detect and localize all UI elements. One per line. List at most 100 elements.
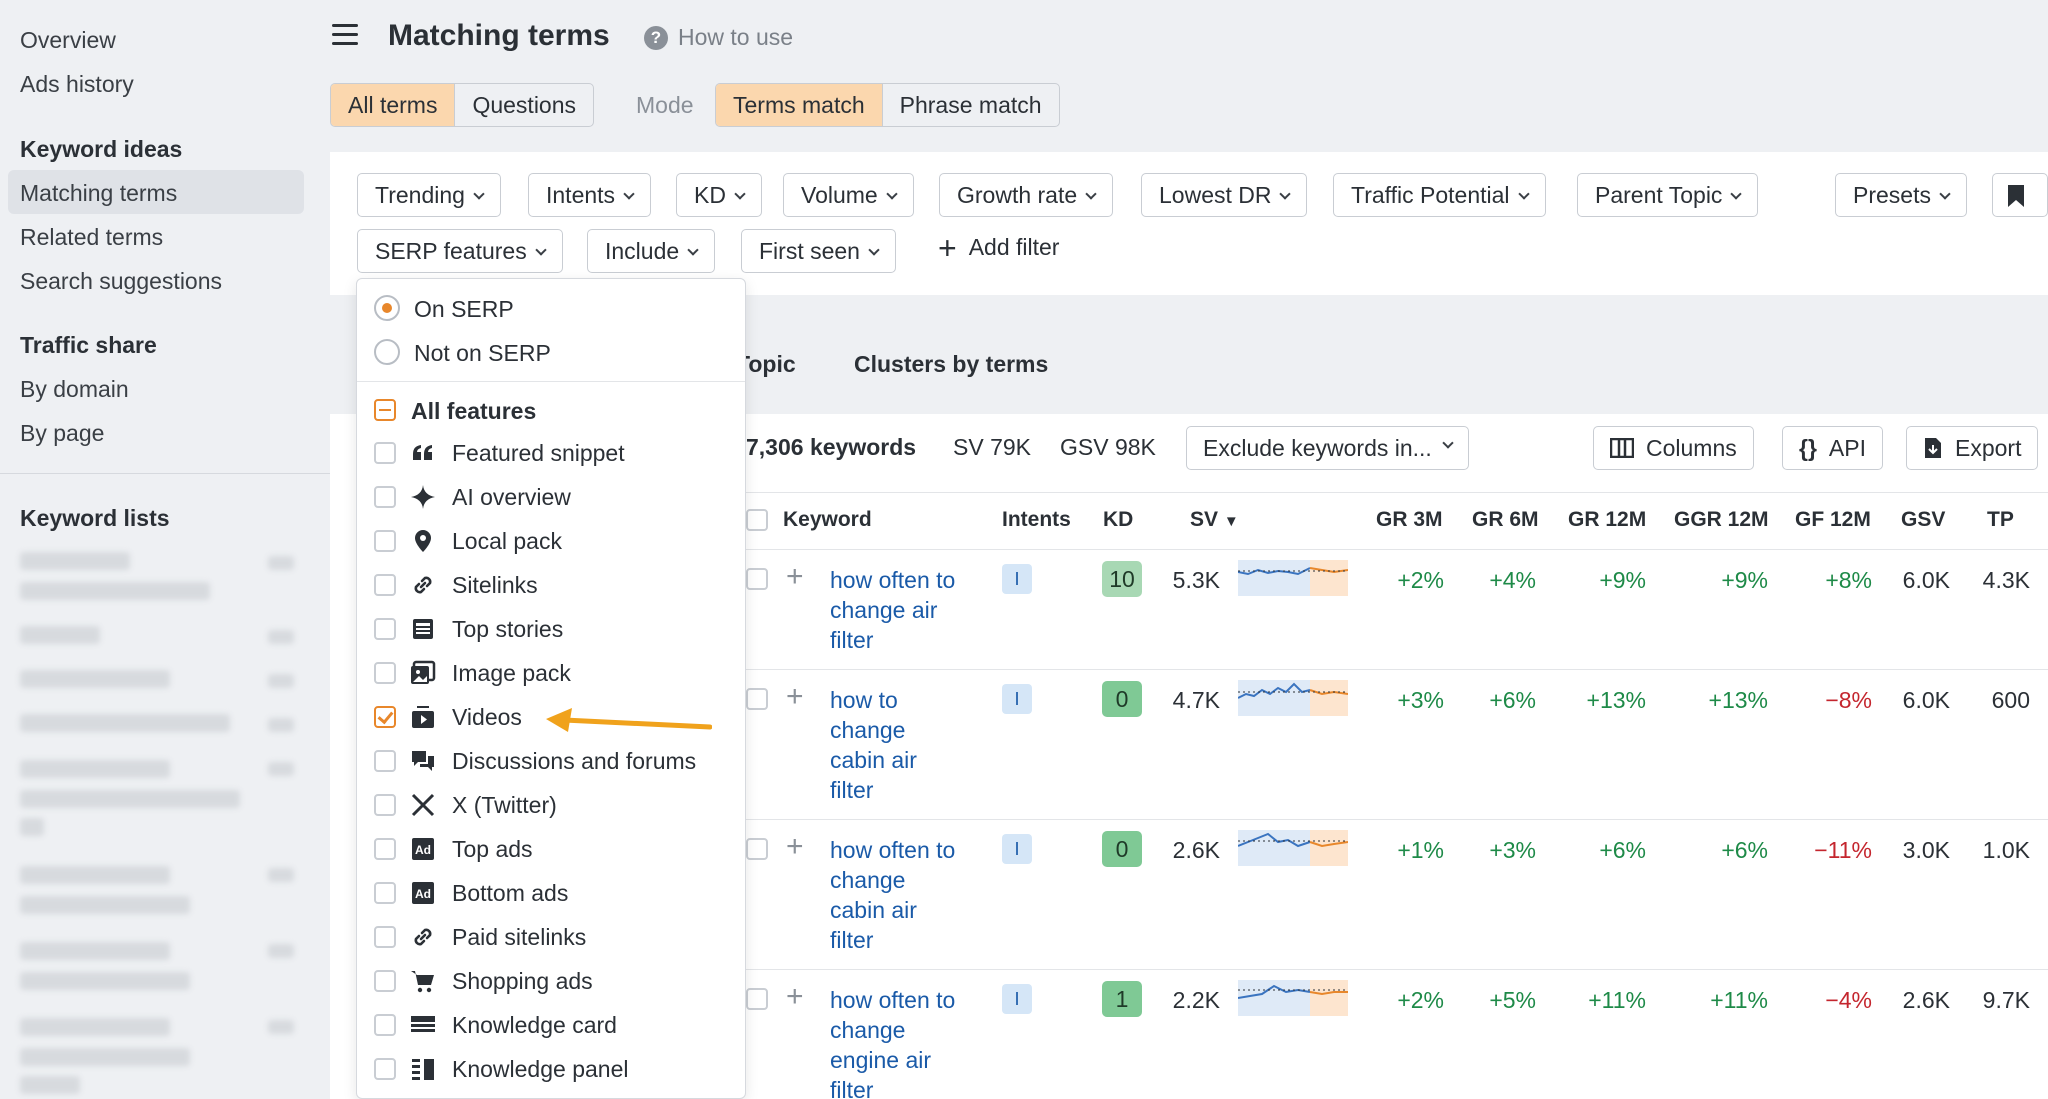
feature-label[interactable]: Shopping ads [452, 968, 593, 995]
sidebar-divider [0, 473, 330, 474]
select-all-checkbox[interactable] [746, 509, 768, 531]
sidebar-item-ads-history[interactable]: Ads history [20, 71, 134, 98]
feature-checkbox[interactable] [374, 838, 396, 860]
feature-checkbox[interactable] [374, 574, 396, 596]
add-to-list-icon[interactable]: + [786, 560, 804, 594]
filter-growth-rate[interactable]: Growth rate [939, 173, 1114, 217]
filter-parent-topic[interactable]: Parent Topic [1577, 173, 1759, 217]
sidebar-item-by-domain[interactable]: By domain [20, 376, 129, 403]
feature-label[interactable]: Sitelinks [452, 572, 538, 599]
col-gr6m[interactable]: GR 6M [1472, 508, 1539, 532]
sidebar-item-matching-terms[interactable]: Matching terms [20, 180, 177, 207]
col-gf12m[interactable]: GF 12M [1795, 508, 1871, 532]
row-checkbox[interactable] [746, 838, 768, 860]
row-checkbox[interactable] [746, 688, 768, 710]
filter-volume-label: Volume [801, 182, 878, 208]
col-gr3m[interactable]: GR 3M [1376, 508, 1443, 532]
sidebar-item-search-suggestions[interactable]: Search suggestions [20, 268, 222, 295]
add-to-list-icon[interactable]: + [786, 830, 804, 864]
col-intents[interactable]: Intents [1002, 508, 1071, 532]
tab-phrase-match[interactable]: Phrase match [881, 84, 1059, 126]
filter-lowest-dr[interactable]: Lowest DR [1141, 173, 1308, 217]
feature-label[interactable]: Paid sitelinks [452, 924, 586, 951]
api-button[interactable]: {} API [1782, 426, 1883, 470]
sidebar-item-by-page[interactable]: By page [20, 420, 104, 447]
col-gsv[interactable]: GSV [1901, 508, 1945, 532]
col-sv-label: SV [1190, 508, 1219, 531]
col-ggr12m[interactable]: GGR 12M [1674, 508, 1769, 532]
feature-checkbox[interactable] [374, 618, 396, 640]
feature-label[interactable]: Top ads [452, 836, 533, 863]
feature-label[interactable]: Image pack [452, 660, 571, 687]
row-checkbox[interactable] [746, 988, 768, 1010]
feature-label[interactable]: Featured snippet [452, 440, 625, 467]
all-features-checkbox[interactable] [374, 399, 396, 421]
filter-intents[interactable]: Intents [528, 173, 652, 217]
keyword-link[interactable]: how to change cabin air filter [830, 685, 980, 805]
keyword-line: filter [830, 927, 874, 953]
filter-first-seen[interactable]: First seen [741, 229, 896, 273]
columns-button[interactable]: Columns [1593, 426, 1754, 470]
filter-include[interactable]: Include [587, 229, 716, 273]
tab-all-terms[interactable]: All terms [331, 84, 455, 126]
chevron-down-icon [687, 244, 699, 256]
feature-checkbox[interactable] [374, 794, 396, 816]
export-button[interactable]: Export [1906, 426, 2039, 470]
feature-checkbox[interactable] [374, 662, 396, 684]
col-gr12m[interactable]: GR 12M [1568, 508, 1646, 532]
ggr12m-value: +13% [1708, 687, 1768, 713]
menu-icon[interactable] [332, 24, 358, 46]
keyword-link[interactable]: how often to change engine air filter [830, 985, 980, 1099]
feature-checkbox[interactable] [374, 1058, 396, 1080]
not-on-serp-radio[interactable] [374, 339, 400, 365]
feature-label[interactable]: Local pack [452, 528, 562, 555]
sidebar-item-related-terms[interactable]: Related terms [20, 224, 163, 251]
add-to-list-icon[interactable]: + [786, 680, 804, 714]
col-sv[interactable]: SV ▼ [1190, 508, 1239, 532]
presets-button[interactable]: Presets [1835, 173, 1967, 217]
feature-checkbox[interactable] [374, 530, 396, 552]
feature-label[interactable]: Bottom ads [452, 880, 568, 907]
col-tp[interactable]: TP [1987, 508, 2014, 532]
filter-traffic-potential[interactable]: Traffic Potential [1333, 173, 1546, 217]
sidebar-item-overview[interactable]: Overview [20, 27, 116, 54]
svg-text:Ad: Ad [415, 887, 431, 901]
keyword-link[interactable]: how often to change air filter [830, 565, 980, 655]
feature-label[interactable]: Knowledge panel [452, 1056, 628, 1083]
feature-checkbox[interactable] [374, 1014, 396, 1036]
feature-checkbox[interactable] [374, 486, 396, 508]
feature-checkbox[interactable] [374, 926, 396, 948]
col-kd[interactable]: KD [1103, 508, 1133, 532]
feature-checkbox[interactable] [374, 882, 396, 904]
add-filter-button[interactable]: + Add filter [938, 232, 1059, 264]
tab-clusters-by-terms[interactable]: Clusters by terms [854, 351, 1048, 378]
chevron-down-icon [623, 188, 635, 200]
feature-checkbox[interactable] [374, 750, 396, 772]
filter-volume[interactable]: Volume [783, 173, 914, 217]
tab-terms-match[interactable]: Terms match [716, 84, 882, 126]
tab-questions[interactable]: Questions [454, 84, 593, 126]
keyword-link[interactable]: how often to change cabin air filter [830, 835, 980, 955]
add-to-list-icon[interactable]: + [786, 980, 804, 1014]
feature-label[interactable]: AI overview [452, 484, 571, 511]
blurred-list-item [20, 714, 230, 732]
filter-kd[interactable]: KD [676, 173, 762, 217]
bookmark-button[interactable] [1992, 173, 2048, 217]
feature-label[interactable]: Knowledge card [452, 1012, 617, 1039]
exclude-keywords-dropdown[interactable]: Exclude keywords in... [1186, 426, 1469, 470]
braces-icon: {} [1799, 435, 1817, 461]
filter-serp-features[interactable]: SERP features [357, 229, 563, 273]
feature-label[interactable]: Videos [452, 704, 522, 731]
col-keyword[interactable]: Keyword [783, 508, 872, 532]
how-to-use-link[interactable]: ? How to use [644, 24, 793, 51]
feature-checkbox[interactable] [374, 706, 396, 728]
on-serp-radio[interactable] [374, 295, 400, 321]
feature-label[interactable]: Discussions and forums [452, 748, 696, 775]
row-checkbox[interactable] [746, 568, 768, 590]
feature-checkbox[interactable] [374, 970, 396, 992]
ad-icon: Ad [410, 880, 436, 906]
feature-label[interactable]: Top stories [452, 616, 563, 643]
feature-label[interactable]: X (Twitter) [452, 792, 557, 819]
feature-checkbox[interactable] [374, 442, 396, 464]
filter-trending[interactable]: Trending [357, 173, 501, 217]
